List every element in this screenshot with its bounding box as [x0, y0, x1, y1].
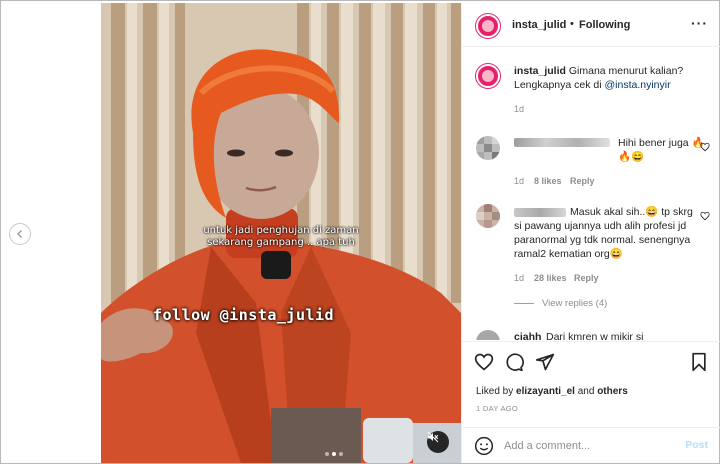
post-timestamp[interactable]: 1 DAY AGO [476, 404, 518, 413]
view-replies-label[interactable]: View replies (4) [542, 298, 607, 309]
comment-1-text: Hihi bener juga 🔥🔥😄 [618, 137, 705, 163]
carousel-dot [325, 452, 329, 456]
comment-avatar-blurred[interactable] [476, 136, 500, 160]
comment-input[interactable] [504, 437, 674, 455]
comment-avatar[interactable] [476, 330, 500, 340]
post-caption: insta_julid Gimana menurut kalian? Lengk… [514, 64, 714, 92]
replies-divider-line [514, 303, 534, 304]
author-avatar[interactable] [476, 14, 500, 38]
comment-2-reply-link[interactable]: Reply [574, 273, 599, 283]
comment-bubble-icon[interactable] [504, 352, 524, 372]
chevron-left-icon [17, 230, 22, 238]
emoji-smiley-icon[interactable] [474, 436, 494, 456]
liked-by-line: Liked by elizayanti_el and others [476, 386, 628, 397]
add-comment-bar: Post [462, 427, 720, 463]
liked-by-user-link[interactable]: elizayanti_el [516, 386, 575, 397]
carousel-dot [339, 452, 343, 456]
comment-2-age: 1d [514, 273, 525, 283]
video-watermark: follow @insta_julid [153, 306, 335, 324]
post-comment-button[interactable]: Post [685, 439, 708, 451]
liked-others-link[interactable]: others [597, 386, 628, 397]
post-details-panel: insta_julid • Following ··· insta_julid … [461, 3, 720, 463]
caption-mention-link[interactable]: @insta.nyinyir [605, 79, 671, 91]
carousel-dots [325, 452, 343, 456]
caption-username[interactable]: insta_julid [514, 65, 566, 77]
post-header: insta_julid • Following ··· [462, 3, 720, 47]
comments-list[interactable]: insta_julid Gimana menurut kalian? Lengk… [462, 48, 720, 340]
share-paper-plane-icon[interactable] [535, 352, 555, 372]
video-subtitle-line-2: sekarang gampang .. apa tuh [207, 237, 355, 248]
video-subtitle-line-1: untuk jadi penghujan di zaman [203, 225, 359, 236]
more-options-icon[interactable]: ··· [691, 15, 708, 31]
comment-1-likes[interactable]: 8 likes [534, 176, 562, 186]
post-actions: Liked by elizayanti_el and others 1 DAY … [462, 341, 720, 421]
following-button[interactable]: Following [579, 19, 630, 31]
mute-button[interactable] [427, 431, 449, 453]
speaker-muted-icon [427, 431, 439, 443]
view-replies-button[interactable]: View replies (4) [514, 298, 607, 309]
carousel-dot-active [332, 452, 336, 456]
author-username[interactable]: insta_julid [512, 19, 566, 31]
comment-3-text: Dari kmren w mikir si [546, 331, 644, 340]
liked-and: and [577, 386, 595, 397]
pixelated-avatar [476, 136, 500, 160]
previous-post-arrow[interactable] [9, 223, 31, 245]
comment-avatar-blurred[interactable] [476, 204, 500, 228]
like-comment-heart-icon[interactable] [700, 142, 710, 152]
like-comment-heart-icon[interactable] [700, 211, 710, 221]
comment-2-text: Masuk akal sih..😄 tp skrg si pawang ujan… [514, 206, 693, 260]
comment-1-age: 1d [514, 176, 525, 186]
pixelated-avatar [476, 204, 500, 228]
comment-2-likes[interactable]: 28 likes [534, 273, 567, 283]
caption-author-avatar[interactable] [476, 64, 500, 88]
post-window: untuk jadi penghujan di zaman sekarang g… [0, 0, 720, 464]
post-video[interactable]: untuk jadi penghujan di zaman sekarang g… [101, 3, 461, 463]
save-bookmark-icon[interactable] [690, 352, 708, 372]
caption-age: 1d [514, 104, 525, 114]
header-separator: • [570, 18, 574, 30]
comment-1-reply-link[interactable]: Reply [570, 176, 595, 186]
like-heart-icon[interactable] [474, 352, 494, 372]
liked-prefix: Liked by [476, 386, 514, 397]
